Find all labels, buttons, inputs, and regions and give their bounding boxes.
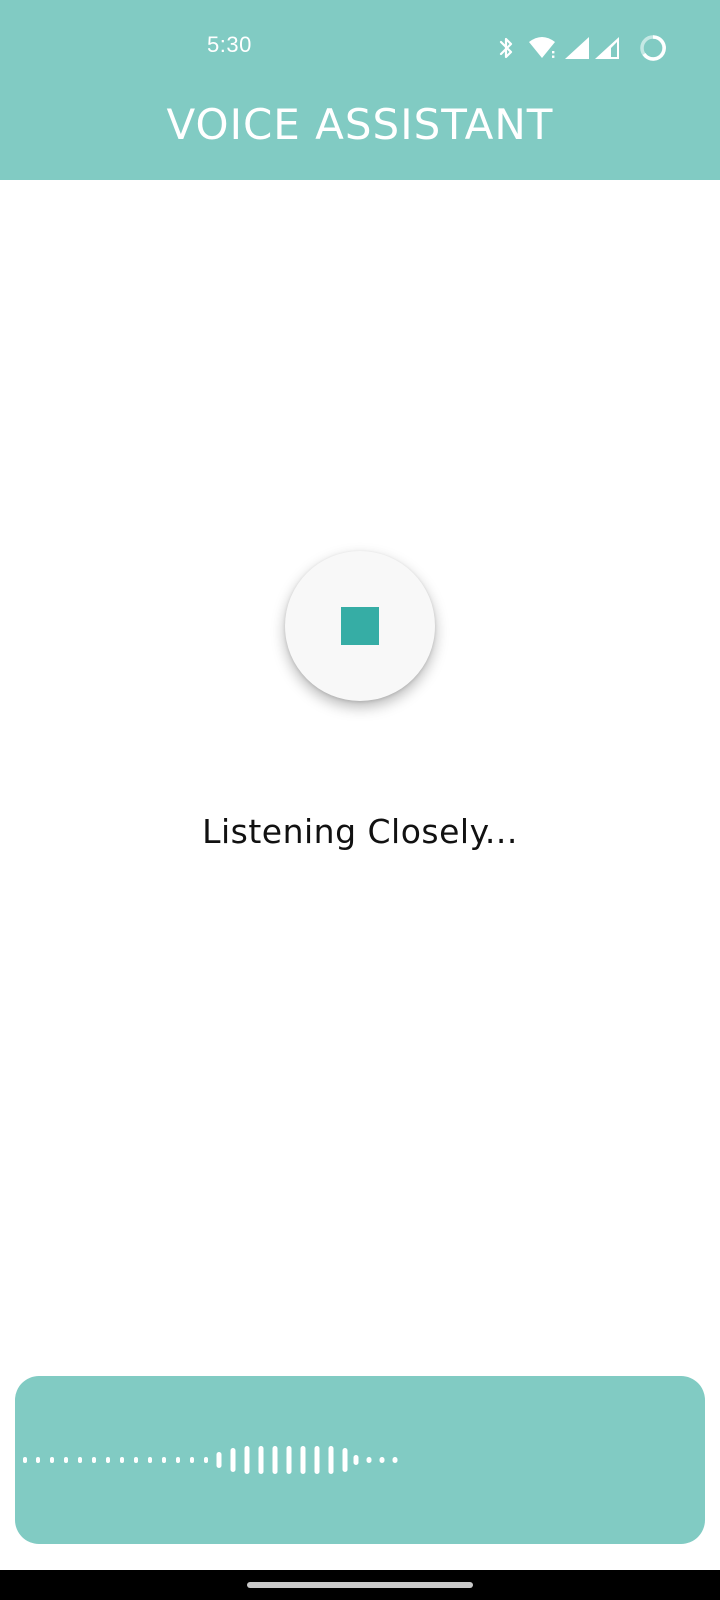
audio-waveform xyxy=(23,1446,398,1474)
waveform-bar xyxy=(272,1446,278,1474)
signal-icon xyxy=(564,36,590,60)
waveform-dot xyxy=(50,1457,54,1463)
waveform-dot xyxy=(78,1457,82,1463)
status-icons xyxy=(498,34,668,62)
waveform-dot xyxy=(92,1457,96,1463)
waveform-dot xyxy=(36,1457,40,1463)
waveform-bar xyxy=(216,1452,222,1468)
bluetooth-icon xyxy=(498,36,514,60)
stop-icon xyxy=(341,607,379,645)
waveform-dot xyxy=(204,1457,208,1463)
waveform-panel xyxy=(15,1376,705,1544)
waveform-dot xyxy=(353,1455,359,1465)
status-time: 5:30 xyxy=(207,32,252,57)
waveform-bar xyxy=(314,1446,320,1474)
waveform-dot xyxy=(23,1457,27,1463)
waveform-dot xyxy=(176,1457,180,1463)
signal-icon xyxy=(594,36,620,60)
waveform-bar xyxy=(244,1446,250,1474)
wifi-icon xyxy=(528,36,558,60)
home-gesture-handle[interactable] xyxy=(247,1582,473,1588)
waveform-dot xyxy=(148,1457,152,1463)
header-bar: 5:30 VOICE ASSISTANT xyxy=(0,0,720,180)
waveform-dot xyxy=(190,1457,194,1463)
stop-listening-button[interactable] xyxy=(285,551,435,701)
waveform-bar xyxy=(328,1446,334,1474)
voice-assistant-screen: 5:30 VOICE ASSISTANT Listening Closely..… xyxy=(0,0,720,1600)
waveform-dot xyxy=(392,1457,398,1463)
waveform-dot xyxy=(106,1457,110,1463)
waveform-bar xyxy=(342,1448,348,1472)
waveform-bar xyxy=(258,1446,264,1474)
waveform-bar xyxy=(286,1446,292,1474)
waveform-dot xyxy=(366,1457,372,1463)
waveform-dot xyxy=(379,1457,385,1463)
waveform-bar xyxy=(230,1448,236,1472)
listening-status-text: Listening Closely... xyxy=(202,812,518,851)
navigation-bar xyxy=(0,1570,720,1600)
waveform-dot xyxy=(162,1457,166,1463)
waveform-dot xyxy=(64,1457,68,1463)
waveform-dot xyxy=(120,1457,124,1463)
app-title: VOICE ASSISTANT xyxy=(166,100,554,149)
status-bar: 5:30 xyxy=(0,0,720,96)
waveform-dot xyxy=(134,1457,138,1463)
battery-loading-icon xyxy=(638,33,668,63)
waveform-bar xyxy=(300,1446,306,1474)
